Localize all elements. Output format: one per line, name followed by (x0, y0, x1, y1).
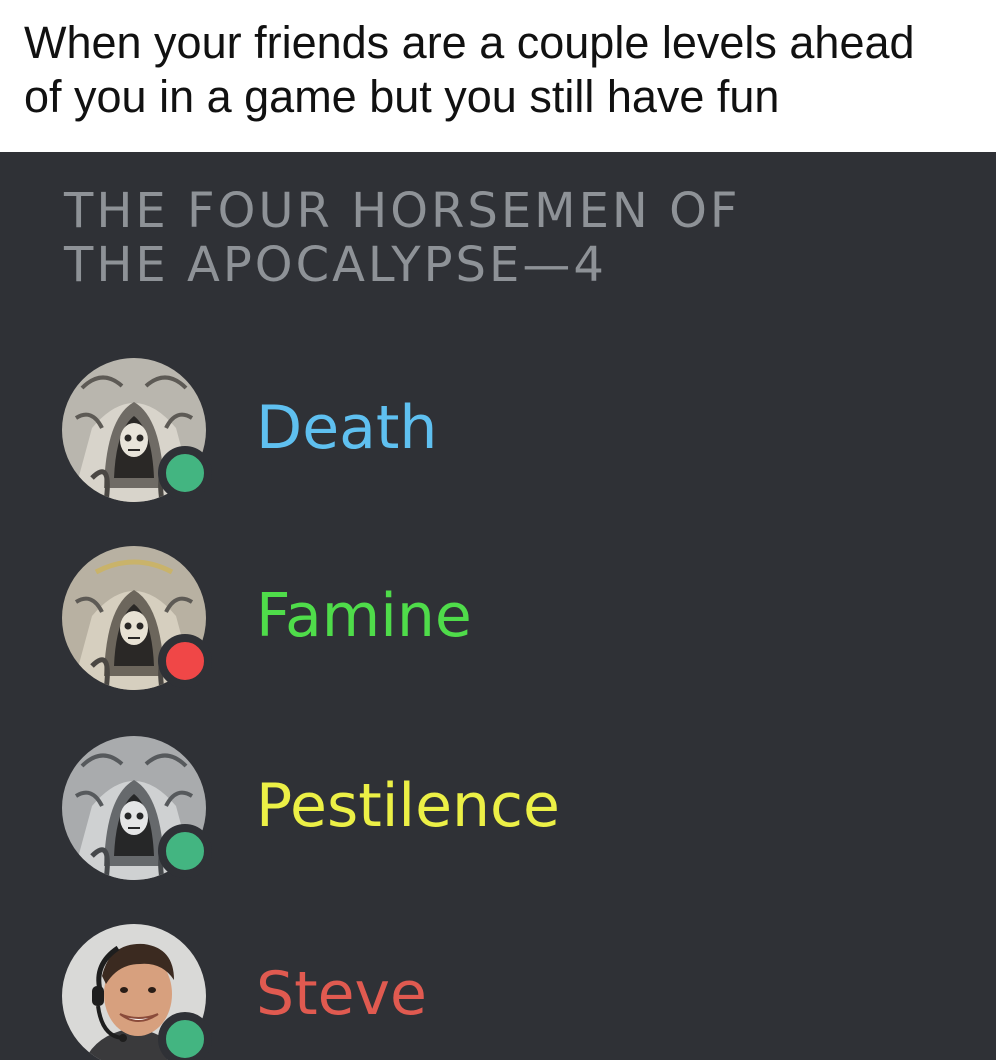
avatar[interactable] (62, 924, 212, 1060)
status-dnd-icon (158, 634, 212, 688)
member-item-pestilence[interactable]: Pestilence (62, 736, 862, 880)
member-item-steve[interactable]: Steve (62, 924, 862, 1060)
avatar[interactable] (62, 736, 212, 880)
member-name: Steve (256, 959, 427, 1029)
meme-caption: When your friends are a couple levels ah… (0, 0, 996, 152)
caption-text: When your friends are a couple levels ah… (24, 17, 915, 122)
member-item-death[interactable]: Death (62, 358, 862, 502)
member-item-famine[interactable]: Famine (62, 546, 862, 690)
member-name: Pestilence (256, 771, 560, 841)
member-name: Famine (256, 581, 472, 651)
avatar[interactable] (62, 358, 212, 502)
avatar[interactable] (62, 546, 212, 690)
status-online-icon (158, 1012, 212, 1060)
status-online-icon (158, 446, 212, 500)
status-online-icon (158, 824, 212, 878)
member-name: Death (256, 393, 438, 463)
role-header: THE FOUR HORSEMEN OF THE APOCALYPSE—4 (64, 183, 741, 293)
member-list-panel: THE FOUR HORSEMEN OF THE APOCALYPSE—4 De… (0, 152, 996, 1060)
